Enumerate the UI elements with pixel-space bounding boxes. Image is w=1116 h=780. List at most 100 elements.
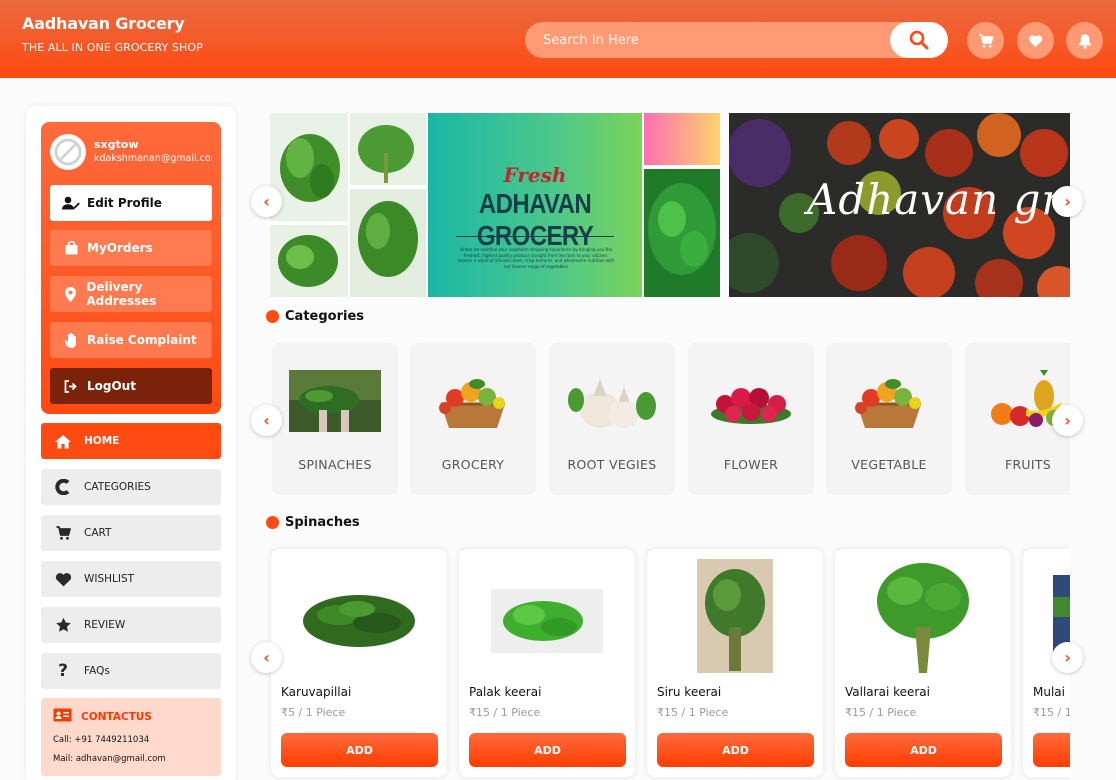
delivery-addresses-button[interactable]: Delivery Addresses	[50, 276, 212, 312]
search-bar	[525, 22, 948, 58]
logout-label: LogOut	[87, 379, 136, 393]
products-next-button[interactable]: ›	[1052, 642, 1083, 673]
banner-color-block	[644, 113, 720, 165]
add-to-cart-button[interactable]: ADD	[657, 733, 814, 767]
add-to-cart-button[interactable]: ADD	[845, 733, 1002, 767]
nav-item-home-label: HOME	[84, 435, 120, 447]
product-card: Siru keerai ₹15 / 1 Piece ADD	[647, 549, 823, 777]
heart-icon	[1028, 34, 1043, 47]
category-label: GROCERY	[441, 457, 505, 472]
add-to-cart-button[interactable]: ADD	[469, 733, 626, 767]
logout-icon	[62, 379, 80, 393]
product-name: Palak keerai	[469, 685, 542, 699]
edit-profile-button[interactable]: Edit Profile	[50, 185, 212, 221]
spinaches-heading: Spinaches	[266, 515, 360, 530]
heart-icon	[53, 572, 73, 587]
nav-item-home[interactable]: HOME	[41, 423, 221, 459]
chevron-left-icon: ‹	[263, 411, 270, 430]
cart-icon	[978, 33, 993, 48]
chevron-left-icon: ‹	[263, 648, 270, 667]
cart-button[interactable]	[967, 22, 1004, 59]
star-icon	[53, 617, 73, 633]
user-edit-icon	[62, 196, 80, 210]
product-card: Karuvapillai ₹5 / 1 Piece ADD	[271, 549, 447, 777]
category-card-grocery[interactable]: GROCERY	[410, 343, 536, 495]
category-image-roses	[711, 388, 791, 424]
banner-divider	[456, 236, 614, 237]
search-button[interactable]	[890, 22, 948, 58]
banner-prev-button[interactable]: ‹	[251, 186, 282, 217]
nav-item-cart-label: CART	[84, 527, 112, 539]
banner-next-button[interactable]: ›	[1052, 186, 1083, 217]
contact-title: CONTACTUS	[53, 708, 209, 725]
categories-icon	[53, 479, 73, 495]
add-to-cart-button[interactable]: ADD	[1033, 733, 1070, 767]
products-prev-button[interactable]: ‹	[251, 642, 282, 673]
my-orders-button[interactable]: MyOrders	[50, 230, 212, 266]
nav-item-wishlist-label: WISHLIST	[84, 573, 135, 585]
nav-item-wishlist[interactable]: WISHLIST	[41, 561, 221, 597]
categories-heading: Categories	[266, 309, 364, 324]
product-price: ₹15 / 1	[1033, 706, 1070, 719]
nav-item-categories[interactable]: CATEGORIES	[41, 469, 221, 505]
raise-complaint-button[interactable]: Raise Complaint	[50, 322, 212, 358]
banner-title: ADHAVAN GROCERY	[476, 188, 594, 253]
banner-body-text: where we redefine your vegetable shoppin…	[457, 247, 615, 269]
edit-profile-label: Edit Profile	[87, 196, 162, 210]
banner-photo-greens	[270, 225, 348, 297]
banner-script-text: Adhavan groce	[807, 175, 1070, 224]
category-label: FRUITS	[1004, 457, 1052, 472]
profile-username: sxgtow	[94, 138, 139, 151]
nav-item-review[interactable]: REVIEW	[41, 607, 221, 643]
nav-item-categories-label: CATEGORIES	[84, 481, 151, 493]
add-to-cart-button[interactable]: ADD	[281, 733, 438, 767]
home-icon	[53, 434, 73, 449]
product-price: ₹15 / 1 Piece	[469, 706, 541, 719]
logout-button[interactable]: LogOut	[50, 368, 212, 404]
contact-title-label: CONTACTUS	[81, 710, 152, 723]
categories-next-button[interactable]: ›	[1052, 405, 1083, 436]
notifications-button[interactable]	[1066, 22, 1103, 59]
chevron-right-icon: ›	[1064, 411, 1071, 430]
search-input[interactable]	[525, 22, 890, 58]
product-image-palak-keerai	[491, 589, 603, 653]
chevron-left-icon: ‹	[263, 192, 270, 211]
product-name: Karuvapillai	[281, 685, 352, 699]
bullet-dot-icon	[266, 516, 279, 529]
product-price: ₹5 / 1 Piece	[281, 706, 346, 719]
category-label: FLOWER	[723, 457, 779, 472]
top-header: Aadhavan Grocery THE ALL IN ONE GROCERY …	[0, 0, 1116, 78]
category-card-root-vegies[interactable]: ROOT VEGIES	[549, 343, 675, 495]
my-orders-label: MyOrders	[87, 241, 153, 255]
category-image-garlic	[568, 378, 656, 428]
product-price: ₹15 / 1 Piece	[657, 706, 729, 719]
category-image-vegetable-basket	[855, 379, 921, 428]
categories-prev-button[interactable]: ‹	[251, 405, 282, 436]
banner-script-fresh: Fresh	[503, 163, 567, 187]
banner-photo-mint	[644, 169, 720, 297]
product-image-siru-keerai	[697, 559, 773, 673]
nav-item-faqs-label: FAQs	[84, 665, 110, 677]
bullet-dot-icon	[266, 310, 279, 323]
question-icon: ?	[58, 661, 68, 681]
product-card: Vallarai keerai ₹15 / 1 Piece ADD	[835, 549, 1011, 777]
wishlist-button[interactable]	[1017, 22, 1054, 59]
category-label: SPINACHES	[298, 457, 372, 472]
product-name: Siru keerai	[657, 685, 722, 699]
spinaches-heading-label: Spinaches	[285, 515, 360, 530]
no-image-avatar-icon	[54, 138, 82, 166]
category-card-vegetable[interactable]: VEGETABLE	[826, 343, 952, 495]
profile-email: kdakshmanan@gmail.com	[94, 153, 212, 164]
product-image-vallarai-keerai	[877, 563, 969, 673]
raise-complaint-label: Raise Complaint	[87, 333, 197, 347]
categories-carousel: SPINACHES GROCERY ROOT VEGIES FLOWER VEG…	[264, 338, 1070, 500]
nav-item-cart[interactable]: CART	[41, 515, 221, 551]
contact-card: CONTACTUS Call: +91 7449211034 Mail: adh…	[41, 698, 221, 776]
avatar[interactable]	[50, 134, 86, 170]
brand-title: Aadhavan Grocery	[22, 14, 185, 33]
category-card-spinaches[interactable]: SPINACHES	[272, 343, 398, 495]
bell-icon	[1078, 33, 1091, 49]
contact-email: Mail: adhavan@gmail.com	[53, 754, 166, 764]
category-card-flower[interactable]: FLOWER	[688, 343, 814, 495]
nav-item-faqs[interactable]: ? FAQs	[41, 653, 221, 689]
